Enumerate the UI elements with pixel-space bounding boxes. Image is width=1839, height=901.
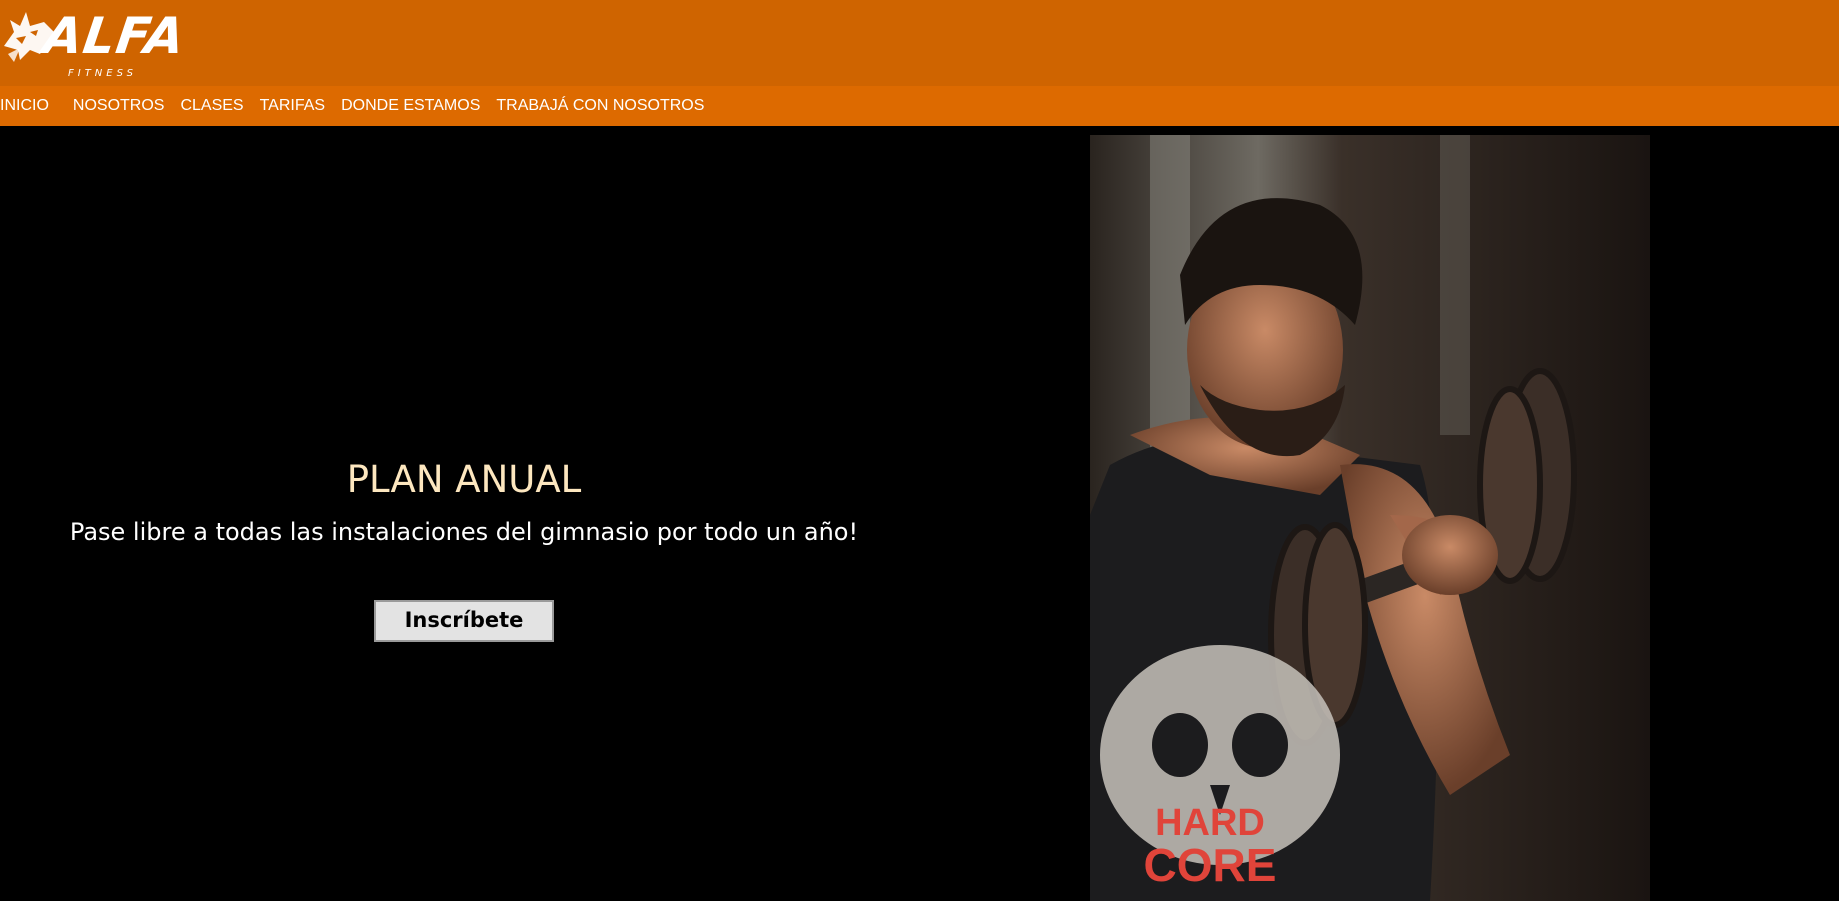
hero-photo: HARD CORE [1090, 135, 1650, 901]
nav-item-clases[interactable]: CLASES [180, 86, 243, 126]
main-nav: INICIO NOSOTROS CLASES TARIFAS DONDE EST… [0, 86, 1839, 126]
nav-item-inicio[interactable]: INICIO [0, 86, 49, 126]
nav-item-donde-estamos[interactable]: DONDE ESTAMOS [341, 86, 480, 126]
nav-item-trabaja-con-nosotros[interactable]: TRABAJÁ CON NOSOTROS [496, 86, 704, 126]
nav-item-tarifas[interactable]: TARIFAS [260, 86, 326, 126]
plan-title: PLAN ANUAL [346, 458, 582, 501]
shirt-text-hard: HARD [1155, 802, 1265, 844]
nav-item-nosotros[interactable]: NOSOTROS [73, 86, 165, 126]
athlete-image: HARD CORE [1090, 135, 1650, 901]
nav-list: INICIO NOSOTROS CLASES TARIFAS DONDE EST… [0, 86, 1839, 126]
brand-tagline: FITNESS [68, 68, 137, 79]
site-header: ALFA FITNESS [0, 0, 1839, 86]
signup-button[interactable]: Inscríbete Aquí [374, 600, 554, 668]
plan-description: Pase libre a todas las instalaciones del… [69, 518, 859, 546]
brand-logo[interactable]: ALFA FITNESS [0, 2, 189, 84]
brand-name: ALFA [39, 7, 190, 65]
shirt-text-core: CORE [1144, 839, 1277, 891]
hero-section: PLAN ANUAL Pase libre a todas las instal… [0, 126, 928, 901]
